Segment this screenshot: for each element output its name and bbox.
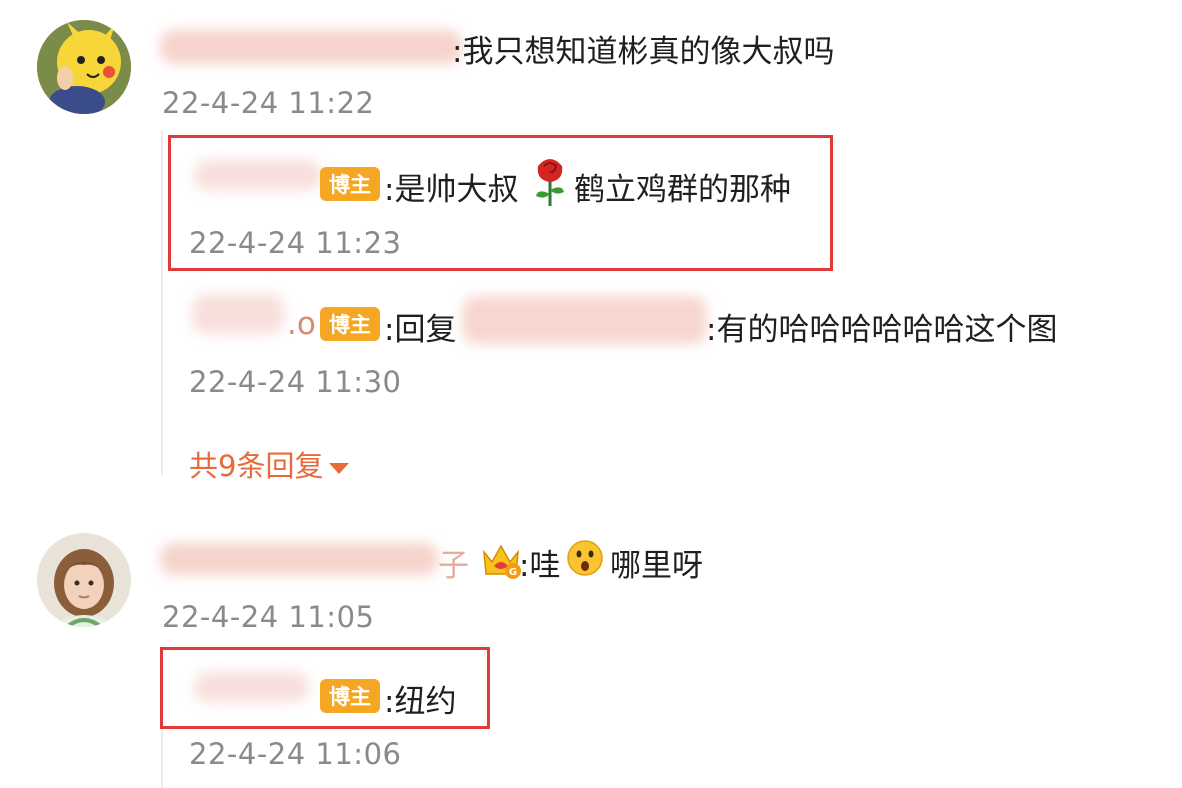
thread-line (161, 130, 163, 475)
blogger-badge: 博主 (320, 679, 380, 713)
avatar[interactable] (37, 533, 131, 627)
svg-text:G: G (509, 567, 517, 578)
blogger-badge: 博主 (320, 307, 380, 341)
reply-text: :是帅大叔 (384, 172, 519, 208)
more-replies-label[interactable]: 共9条回复 (189, 449, 323, 483)
blurred-username[interactable] (194, 160, 322, 190)
blurred-mention[interactable] (462, 296, 707, 344)
reply-text: :有的哈哈哈哈哈哈这个图 (706, 312, 1058, 348)
blurred-username[interactable] (194, 672, 309, 702)
caret-down-icon (329, 462, 350, 474)
reply-timestamp: 22-4-24 11:06 (189, 737, 402, 771)
reply-timestamp: 22-4-24 11:23 (189, 226, 402, 260)
reply-prefix: :回复 (384, 312, 457, 348)
more-replies-link[interactable]: 共9条回复 (189, 443, 350, 485)
crown-icon: G (483, 544, 521, 579)
blurred-username[interactable] (160, 30, 462, 64)
reply-text: :纽约 (384, 684, 457, 720)
comment-text: :我只想知道彬真的像大叔吗 (452, 34, 835, 70)
rose-icon (536, 159, 564, 206)
comment-timestamp: 22-4-24 11:05 (162, 600, 375, 634)
comment-text-continued: 哪里呀 (610, 548, 703, 584)
reply-timestamp: 22-4-24 11:30 (189, 365, 402, 399)
blurred-username[interactable] (192, 294, 284, 334)
username-fragment: 子 (438, 548, 469, 584)
blogger-badge: 博主 (320, 167, 380, 201)
comment-text: :哇 (519, 548, 561, 584)
girl-avatar-icon (37, 533, 131, 627)
pikachu-avatar-icon (37, 20, 131, 114)
avatar[interactable] (37, 20, 131, 114)
blurred-username[interactable] (160, 543, 438, 575)
reply-text-continued: 鹤立鸡群的那种 (574, 172, 791, 208)
surprised-face-icon (567, 540, 603, 576)
username-fragment: .o (287, 306, 316, 342)
comment-timestamp: 22-4-24 11:22 (162, 86, 375, 120)
